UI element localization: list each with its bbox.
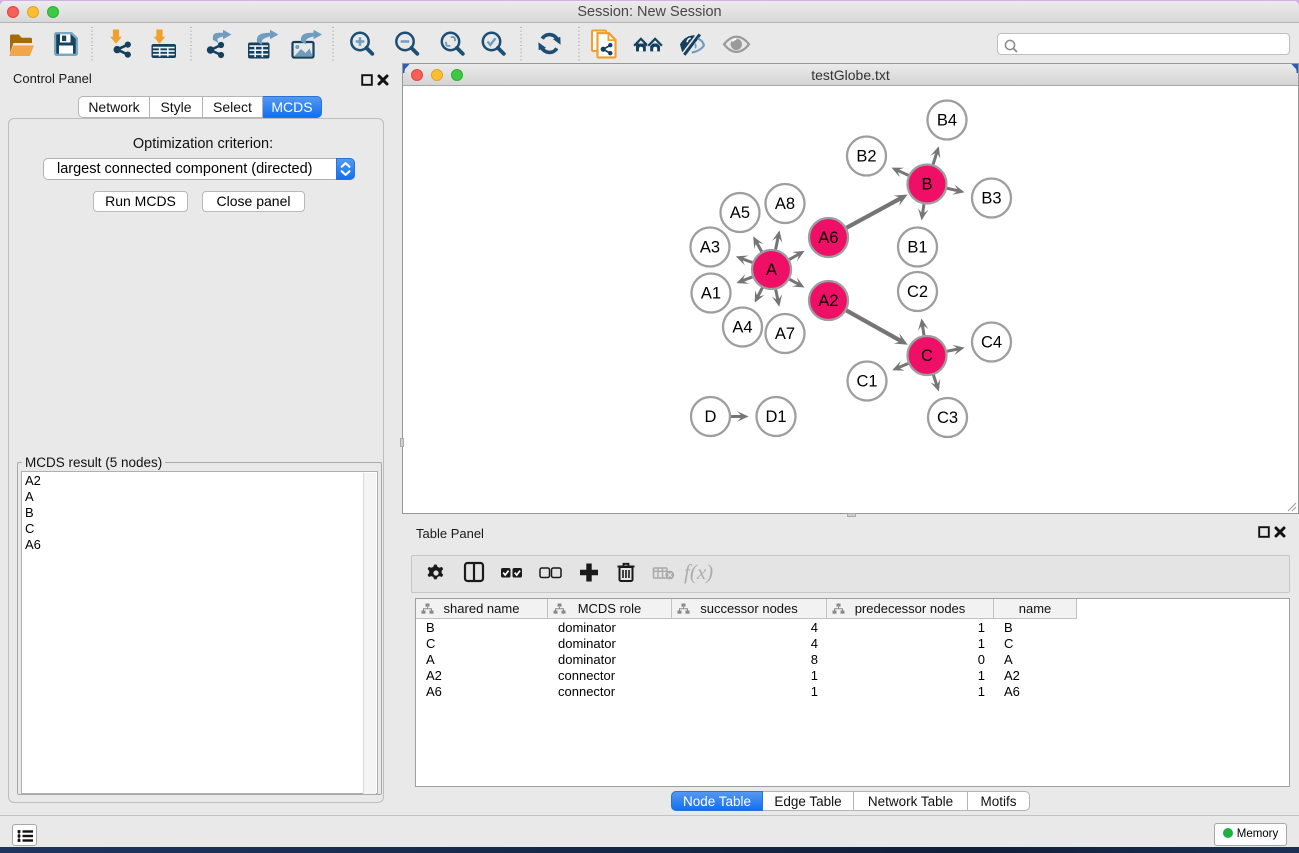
svg-text:C1: C1 [856, 373, 877, 391]
svg-text:A4: A4 [732, 319, 752, 337]
svg-text:B4: B4 [937, 112, 957, 130]
svg-text:B2: B2 [856, 148, 876, 166]
svg-text:A2: A2 [818, 292, 838, 310]
svg-text:B3: B3 [981, 190, 1001, 208]
svg-text:C: C [921, 347, 933, 365]
svg-text:C2: C2 [907, 283, 928, 301]
svg-text:A7: A7 [775, 325, 795, 343]
svg-text:C4: C4 [981, 334, 1002, 352]
svg-text:A5: A5 [730, 204, 750, 222]
svg-text:A8: A8 [775, 195, 795, 213]
svg-text:A1: A1 [701, 285, 721, 303]
svg-text:D1: D1 [765, 408, 786, 426]
svg-text:A: A [766, 261, 777, 279]
svg-text:A3: A3 [700, 239, 720, 257]
svg-text:D: D [705, 408, 717, 426]
svg-text:C3: C3 [937, 409, 958, 427]
svg-text:B: B [921, 176, 932, 194]
svg-text:B1: B1 [907, 239, 927, 257]
svg-text:A6: A6 [818, 229, 838, 247]
